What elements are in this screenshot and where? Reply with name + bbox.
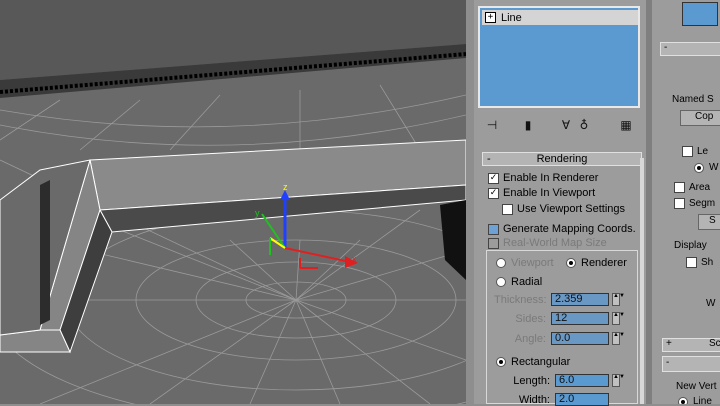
pin-stack-icon[interactable]: ⊣: [482, 116, 502, 134]
named-selection-label: Named S: [672, 94, 714, 105]
thickness-input[interactable]: 2.359: [551, 293, 609, 306]
thickness-spinner[interactable]: ▲▼: [612, 293, 625, 306]
angle-label: Angle:: [514, 333, 546, 345]
remove-modifier-icon[interactable]: ♁: [574, 116, 594, 134]
svg-text:z: z: [283, 182, 288, 192]
angle-spinner[interactable]: ▲▼: [612, 332, 625, 345]
generate-mapping-label: Generate Mapping Coords.: [503, 223, 636, 235]
rectangular-radio[interactable]: [496, 357, 506, 367]
show-vertex-numbers-checkbox[interactable]: [686, 257, 697, 268]
soft-selection-title: Sc: [709, 338, 720, 349]
generate-mapping-row[interactable]: Generate Mapping Coords.: [488, 223, 636, 235]
selection-rollout-header[interactable]: -: [660, 42, 720, 56]
viewport-radio-row[interactable]: Viewport: [496, 257, 554, 269]
collapse-icon[interactable]: -: [666, 357, 669, 368]
linear-radio-row[interactable]: Line: [678, 396, 712, 404]
area-select-label: Area: [689, 182, 711, 193]
selection-panel: - Named S Cop Le W Area Segm S Display S…: [652, 0, 720, 404]
configure-modifier-sets-icon[interactable]: ▦: [616, 116, 636, 134]
svg-text:x: x: [352, 254, 357, 264]
area-select-row[interactable]: Area: [674, 182, 710, 193]
lock-handles-label: Le: [697, 146, 709, 157]
show-end-result-icon[interactable]: ▮: [518, 116, 538, 134]
use-viewport-settings-row[interactable]: Use Viewport Settings: [502, 203, 625, 215]
sides-label: Sides:: [515, 313, 546, 325]
renderer-radio-label: Renderer: [581, 257, 627, 269]
lock-handles-row[interactable]: Le: [682, 146, 708, 157]
renderer-radio[interactable]: [566, 258, 576, 268]
make-unique-icon[interactable]: ∀: [556, 116, 576, 134]
viewport-radio-label: Viewport: [511, 257, 554, 269]
modifier-stack-list[interactable]: + Line: [478, 6, 640, 108]
real-world-map-size-label: Real-World Map Size: [503, 237, 607, 249]
rectangular-radio-row[interactable]: Rectangular: [496, 356, 570, 368]
width-label: Width:: [518, 394, 550, 406]
soft-selection-rollout-header[interactable]: + Sc: [662, 338, 720, 352]
copy-button[interactable]: Cop: [680, 110, 720, 126]
show-vertex-numbers-row[interactable]: Sh: [686, 257, 713, 268]
rendering-rollout-header[interactable]: - Rendering: [482, 152, 642, 166]
viewport-separator[interactable]: [466, 0, 474, 404]
lock-handles-checkbox[interactable]: [682, 146, 693, 157]
select-by-button[interactable]: S: [698, 214, 720, 230]
thickness-label: Thickness:: [494, 294, 547, 306]
expand-icon[interactable]: +: [666, 338, 672, 349]
linear-label: Line: [693, 396, 712, 404]
radial-label: Radial: [511, 276, 543, 288]
length-input[interactable]: 6.0: [555, 374, 609, 387]
select-by-label: S: [709, 215, 716, 226]
segment-end-label: Segm: [689, 198, 716, 209]
display-group-label: Display: [674, 240, 707, 251]
sides-input[interactable]: 12: [551, 312, 609, 325]
real-world-map-size-row[interactable]: Real-World Map Size: [488, 237, 607, 249]
collapse-icon[interactable]: -: [664, 42, 667, 53]
copy-button-label: Cop: [695, 111, 714, 122]
enable-in-renderer-label: Enable In Renderer: [503, 172, 599, 184]
use-viewport-settings-checkbox[interactable]: [502, 203, 513, 215]
selection-icon[interactable]: [682, 2, 718, 26]
real-world-map-size-checkbox[interactable]: [488, 237, 499, 249]
rectangular-label: Rectangular: [511, 356, 571, 368]
length-label: Length:: [513, 375, 550, 387]
enable-in-renderer-row[interactable]: ✓ Enable In Renderer: [488, 172, 598, 184]
renderer-radio-row[interactable]: Renderer: [566, 257, 627, 269]
width-input[interactable]: 2.0: [555, 393, 609, 406]
use-viewport-settings-label: Use Viewport Settings: [517, 203, 626, 215]
rendering-rollout-title: Rendering: [536, 153, 588, 165]
viewport-radio[interactable]: [496, 258, 506, 268]
modifier-stack-item-line[interactable]: + Line: [482, 10, 638, 25]
angle-input[interactable]: 0.0: [551, 332, 609, 345]
geometry-rollout-header[interactable]: -: [662, 356, 720, 372]
w-radio[interactable]: [694, 162, 704, 173]
stack-toolbar: ⊣ ▮ ∀ ♁ ▦: [482, 114, 642, 136]
enable-in-viewport-label: Enable In Viewport: [503, 187, 596, 199]
w-label: W: [709, 162, 719, 173]
collapse-icon[interactable]: -: [487, 153, 491, 165]
enable-in-viewport-checkbox[interactable]: ✓: [488, 187, 499, 199]
area-select-checkbox[interactable]: [674, 182, 685, 193]
segment-end-checkbox[interactable]: [674, 198, 685, 209]
sides-spinner[interactable]: ▲▼: [612, 312, 625, 325]
svg-text:y: y: [255, 208, 260, 218]
segment-end-row[interactable]: Segm: [674, 198, 715, 209]
rollout-scrollbar[interactable]: [640, 158, 644, 404]
w-radio-row[interactable]: W: [694, 162, 718, 173]
perspective-viewport[interactable]: z y x: [0, 0, 466, 404]
generate-mapping-checkbox[interactable]: [488, 223, 499, 235]
scene-wireframe: z y x: [0, 0, 466, 404]
radial-radio[interactable]: [496, 277, 506, 287]
modifier-label: Line: [501, 11, 522, 24]
enable-in-renderer-checkbox[interactable]: ✓: [488, 172, 499, 184]
new-vertex-type-label: New Vert: [676, 381, 717, 392]
whole-object-label: W: [706, 298, 716, 309]
expand-icon[interactable]: +: [485, 12, 496, 23]
length-spinner[interactable]: ▲▼: [612, 374, 625, 387]
linear-radio[interactable]: [678, 396, 688, 404]
show-vertex-numbers-label: Sh: [701, 257, 714, 268]
modify-panel: + Line ⊣ ▮ ∀ ♁ ▦ - Rendering ✓ Enable In…: [474, 0, 646, 406]
enable-in-viewport-row[interactable]: ✓ Enable In Viewport: [488, 187, 595, 199]
radial-radio-row[interactable]: Radial: [496, 276, 542, 288]
